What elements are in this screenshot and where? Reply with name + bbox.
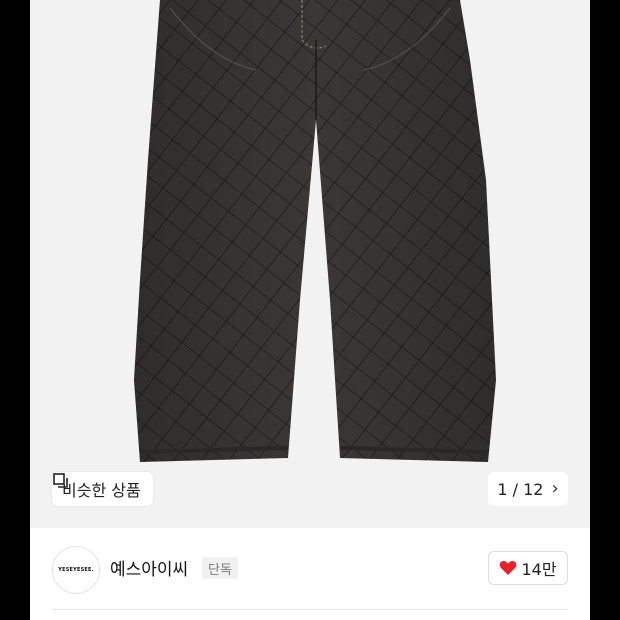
similar-products-label: 비슷한 상품	[62, 481, 141, 500]
product-image[interactable]: 비슷한 상품 1 / 12 ›	[30, 0, 590, 528]
like-button[interactable]: 14만	[488, 551, 568, 585]
heart-icon	[500, 561, 517, 575]
chevron-right-icon: ›	[551, 478, 559, 499]
brand-row[interactable]: YESEYESEE. 예스아이씨 단독 14만	[30, 528, 590, 610]
image-pager-button[interactable]: 1 / 12 ›	[488, 472, 568, 506]
image-pager-count: 1 / 12	[497, 479, 544, 499]
brand-name[interactable]: 예스아이씨	[110, 555, 188, 580]
divider	[52, 609, 568, 610]
brand-logo-text: YESEYESEE.	[58, 567, 94, 573]
exclusive-badge: 단독	[202, 557, 238, 579]
app-screen: 비슷한 상품 1 / 12 › YESEYESEE. 예스아이씨 단독 14만	[30, 0, 590, 620]
pants-photo	[134, 0, 496, 462]
copy-icon	[53, 473, 68, 488]
similar-products-button[interactable]: 비슷한 상품	[52, 472, 153, 506]
brand-logo[interactable]: YESEYESEE.	[52, 546, 100, 594]
like-count: 14만	[521, 560, 557, 579]
